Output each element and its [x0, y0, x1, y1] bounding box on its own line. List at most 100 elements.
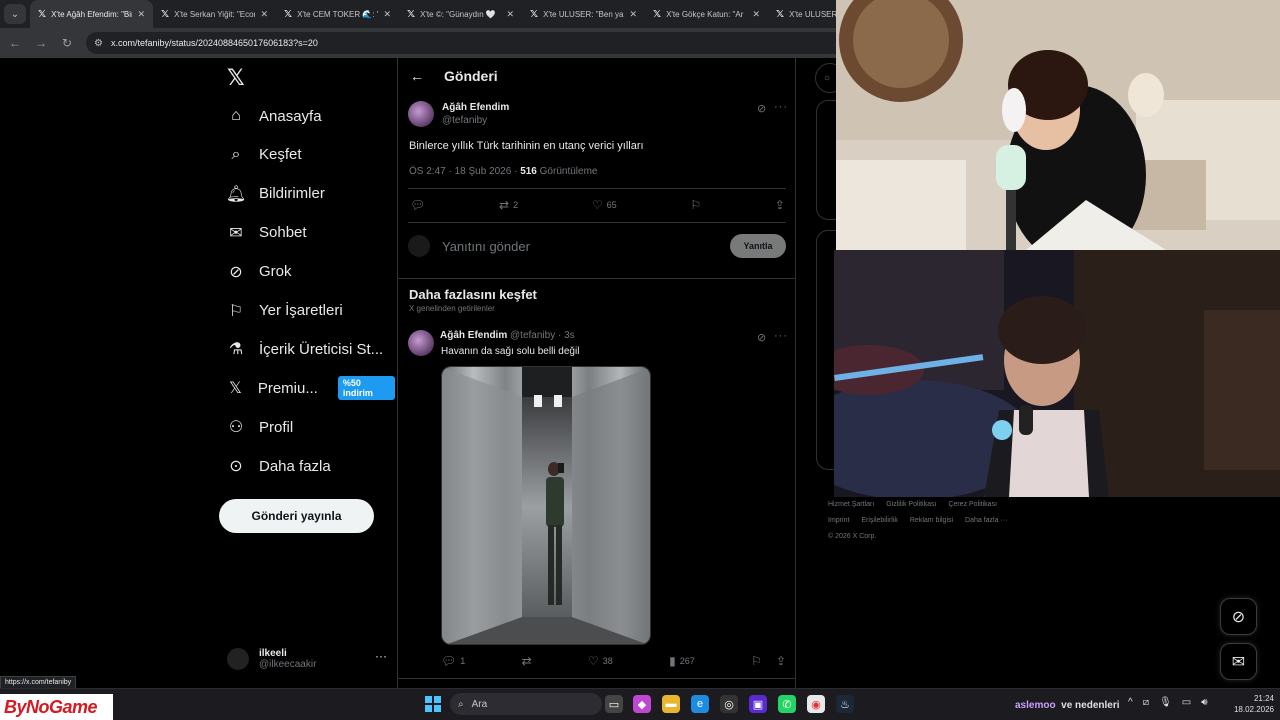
file-explorer-icon[interactable]: ▬	[662, 695, 680, 713]
repost-button[interactable]: ⇄	[522, 654, 532, 668]
left-navigation: 𝕏 ⌂ Anasayfa ⌕ Keşfet 🔔︎ Bildirimler ✉ Sohbet ⊘ G…	[215, 58, 395, 688]
avatar[interactable]	[408, 330, 434, 356]
close-icon[interactable]: ✕	[506, 9, 514, 20]
nav-item-x[interactable]: 𝕏 Premiu... %50 indirim	[227, 373, 395, 403]
tab-title: X'te ULUSER: "Ben ya	[543, 9, 624, 19]
footer-link[interactable]: Reklam bilgisi	[910, 517, 953, 524]
grok-icon[interactable]: ⊘	[757, 102, 766, 115]
messages-floating-button[interactable]: ✉	[1220, 643, 1257, 680]
address-bar[interactable]: ⚙ x.com/tefaniby/status/2024088465017606…	[86, 32, 846, 54]
author-handle[interactable]: @tefaniby	[442, 115, 509, 126]
footer-links: Hizmet Şartları Gizlilik Politikası Çere…	[828, 497, 1068, 545]
reload-icon[interactable]: ↻	[60, 36, 74, 50]
edge-icon[interactable]: e	[691, 695, 709, 713]
nav-item-grok[interactable]: ⊘ Grok	[227, 257, 291, 287]
divider	[398, 678, 795, 679]
author-name[interactable]: Ağâh Efendim	[442, 102, 509, 113]
author-name[interactable]: Ağâh Efendim	[440, 330, 507, 341]
post-time[interactable]: ÖS 2:47 · 18 Şub 2026 ·	[409, 166, 520, 177]
url-text: x.com/tefaniby/status/202408846501760618…	[110, 38, 318, 48]
more-icon[interactable]: ···	[774, 330, 788, 342]
account-switcher[interactable]: ilkeeli @ilkeecaakir ···	[227, 641, 387, 677]
site-info-icon[interactable]: ⚙	[94, 38, 103, 49]
views-button[interactable]: ▮ 267	[669, 654, 695, 668]
close-icon[interactable]: ✕	[383, 9, 391, 20]
x-logo-icon[interactable]: 𝕏	[227, 65, 245, 91]
speaker-icon[interactable]: 🔊︎	[1201, 697, 1207, 708]
share-button[interactable]: ⇪	[775, 198, 785, 212]
author-meta[interactable]: @tefaniby · 3s	[510, 330, 575, 341]
app-icon[interactable]: ▣	[749, 695, 767, 713]
steam-icon[interactable]: ♨	[836, 695, 854, 713]
browser-tab[interactable]: 𝕏 X'te CEM TOKER 🌊: " ✕	[276, 0, 399, 28]
browser-tab[interactable]: 𝕏 X'te Gökçe Katun: "Ar ✕	[645, 0, 768, 28]
close-icon[interactable]: ✕	[137, 9, 145, 20]
display-icon[interactable]: ▭	[1182, 697, 1191, 708]
network-icon[interactable]: ⧄	[1143, 697, 1149, 708]
like-button[interactable]: ♡ 38	[588, 654, 613, 668]
copyright: © 2026 X Corp.	[828, 533, 877, 540]
taskbar-search[interactable]: ⌕ Ara	[450, 693, 602, 715]
nav-item-home[interactable]: ⌂ Anasayfa	[227, 101, 321, 131]
browser-tab[interactable]: 𝕏 X'te ULUSER: "Ben ya ✕	[522, 0, 645, 28]
back-icon[interactable]: ←	[8, 36, 22, 50]
copilot-icon[interactable]: ◆	[633, 695, 651, 713]
tab-search-button[interactable]: ⌄	[4, 4, 26, 24]
footer-link[interactable]: Erişilebilirlik	[861, 517, 898, 524]
bookmark-button[interactable]: ⚐	[690, 198, 701, 212]
windows-start-icon[interactable]	[425, 696, 441, 712]
nav-item-bell[interactable]: 🔔︎ Bildirimler	[226, 179, 325, 209]
forward-icon[interactable]: →	[34, 36, 48, 50]
post-image[interactable]	[441, 366, 651, 645]
footer-link[interactable]: Hizmet Şartları	[828, 501, 874, 508]
footer-link[interactable]: Çerez Politikası	[948, 501, 997, 508]
nav-item-more-circle[interactable]: ⊙ Daha fazla	[227, 451, 330, 481]
nav-item-creator-studio[interactable]: ⚗ İçerik Üreticisi St...	[227, 334, 383, 364]
bookmark-button[interactable]: ⚐ ⇪	[751, 654, 786, 668]
system-clock[interactable]: 21:24 18.02.2026	[1226, 693, 1274, 715]
task-view-icon[interactable]: ▭	[605, 695, 623, 713]
bar-chart-icon: ▮	[669, 654, 676, 668]
heart-icon: ♡	[588, 654, 599, 668]
webcam-image	[836, 0, 1280, 250]
like-button[interactable]: ♡ 65	[592, 198, 617, 212]
nav-item-label: İçerik Üreticisi St...	[259, 340, 384, 358]
close-icon[interactable]: ✕	[629, 9, 637, 20]
footer-link[interactable]: Gizlilik Politikası	[886, 501, 936, 508]
reply-button[interactable]: 💬︎ 1	[441, 654, 465, 668]
whatsapp-icon[interactable]: ✆	[778, 695, 796, 713]
footer-link[interactable]: Daha fazla ···	[965, 517, 1007, 524]
nav-item-bookmark[interactable]: ⚐ Yer İşaretleri	[227, 296, 343, 326]
grok-icon[interactable]: ⊘	[757, 331, 766, 344]
nav-item-person[interactable]: ⚇ Profil	[227, 412, 293, 442]
browser-tab[interactable]: 𝕏 X'te Ağâh Efendim: "Binlerce ✕	[30, 0, 153, 28]
browser-tab[interactable]: 𝕏 X'te ©: "Günaydın 🤍 ✕	[399, 0, 522, 28]
close-icon[interactable]: ✕	[752, 9, 760, 20]
like-count: 65	[606, 200, 617, 210]
nav-item-mail[interactable]: ✉ Sohbet	[227, 218, 306, 248]
share-icon[interactable]: ⇪	[776, 654, 786, 668]
avatar	[408, 235, 430, 257]
x-favicon-icon: 𝕏	[284, 8, 293, 20]
post-text: Binlerce yıllık Türk tarihinin en utanç …	[409, 140, 644, 152]
repost-button[interactable]: ⇄ 2	[499, 198, 518, 212]
account-handle: @ilkeecaakir	[259, 659, 317, 670]
chevron-up-icon[interactable]: ^	[1128, 697, 1133, 708]
browser-tab[interactable]: 𝕏 X'te Serkan Yiğit: "Econ ✕	[153, 0, 276, 28]
reply-button[interactable]: 💬︎	[410, 198, 425, 212]
app-icon[interactable]: ◎	[720, 695, 738, 713]
close-icon[interactable]: ✕	[260, 9, 268, 20]
footer-link[interactable]: Imprint	[828, 517, 849, 524]
reply-submit-button[interactable]: Yanıtla	[730, 234, 786, 258]
post-button[interactable]: Gönderi yayınla	[219, 499, 374, 533]
grok-floating-button[interactable]: ⊘	[1220, 598, 1257, 635]
chrome-icon[interactable]: ◉	[807, 695, 825, 713]
microphone-icon[interactable]: 🎙︎	[1159, 697, 1172, 708]
reply-input[interactable]: Yanıtını gönder	[442, 239, 730, 254]
more-icon[interactable]: ···	[375, 649, 387, 663]
post-author[interactable]: Ağâh Efendim @tefaniby	[408, 101, 509, 127]
back-arrow-icon[interactable]: ←	[410, 68, 424, 84]
nav-item-search[interactable]: ⌕ Keşfet	[227, 140, 302, 170]
avatar[interactable]	[408, 101, 434, 127]
more-icon[interactable]: ···	[774, 101, 788, 113]
